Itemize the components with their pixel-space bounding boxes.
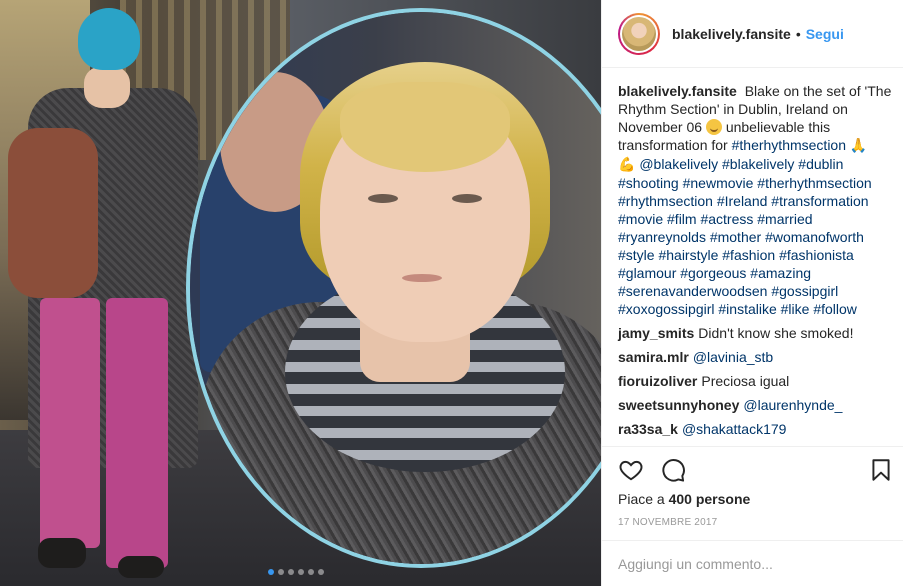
hashtag-link[interactable]: #therhythmsection — [732, 137, 846, 153]
comment-bubble-icon[interactable] — [660, 457, 686, 483]
post-header: blakelively.fansite • Segui — [602, 0, 903, 68]
smiling-face-emoji-icon — [705, 119, 722, 135]
header-username[interactable]: blakelively.fansite — [672, 26, 791, 42]
comment-row: fioruizoliver Preciosa igual — [618, 372, 894, 390]
post-photo[interactable] — [0, 0, 601, 586]
post-caption: blakelively.fansite Blake on the set of … — [618, 82, 894, 318]
comment-username[interactable]: sweetsunnyhoney — [618, 397, 739, 413]
comment-username[interactable]: fioruizoliver — [618, 373, 697, 389]
bookmark-icon[interactable] — [868, 457, 894, 483]
comments-list: blakelively.fansite Blake on the set of … — [618, 82, 894, 438]
heart-icon[interactable] — [618, 457, 644, 483]
add-comment-area — [602, 540, 903, 586]
header-separator: • — [795, 25, 801, 42]
carousel-indicator — [268, 569, 324, 575]
carousel-dot[interactable] — [318, 569, 324, 575]
carousel-dot[interactable] — [288, 569, 294, 575]
carousel-dot[interactable] — [308, 569, 314, 575]
caption-hashtags[interactable]: @blakelively #blakelively #dublin #shoot… — [618, 156, 872, 317]
comment-username[interactable]: jamy_smits — [618, 325, 694, 341]
comment-row: samira.mlr @lavinia_stb — [618, 348, 894, 366]
comment-row: sweetsunnyhoney @laurenhynde_ — [618, 396, 894, 414]
avatar[interactable] — [618, 12, 660, 55]
folded-hands-emoji-icon: 🙏 — [849, 138, 868, 154]
carousel-dot[interactable] — [298, 569, 304, 575]
comment-mention[interactable]: @shakattack179 — [682, 421, 787, 437]
flexed-biceps-emoji-icon: 💪 — [618, 157, 636, 173]
comment-text: Didn't know she smoked! — [698, 325, 854, 341]
comment-mention[interactable]: @laurenhynde_ — [743, 397, 842, 413]
follow-button[interactable]: Segui — [806, 26, 844, 42]
likes-count[interactable]: Piace a 400 persone — [618, 491, 750, 507]
carousel-dot[interactable] — [278, 569, 284, 575]
caption-username[interactable]: blakelively.fansite — [618, 83, 737, 99]
comment-row: ra33sa_k @shakattack179 — [618, 420, 894, 438]
comment-mention[interactable]: @lavinia_stb — [693, 349, 773, 365]
photo-closeup-inset — [186, 8, 601, 568]
post-sidebar: blakelively.fansite • Segui blakelively.… — [601, 0, 903, 586]
comment-username[interactable]: ra33sa_k — [618, 421, 678, 437]
comment-row: jamy_smits Didn't know she smoked! — [618, 324, 894, 342]
comment-username[interactable]: samira.mlr — [618, 349, 689, 365]
comment-input[interactable] — [618, 553, 888, 575]
comment-text: Preciosa igual — [701, 373, 790, 389]
photo-full-figure — [8, 8, 198, 578]
carousel-dot[interactable] — [268, 569, 274, 575]
post-date: 17 NOVEMBRE 2017 — [618, 517, 718, 528]
post-actions: Piace a 400 persone 17 NOVEMBRE 2017 — [602, 446, 903, 528]
